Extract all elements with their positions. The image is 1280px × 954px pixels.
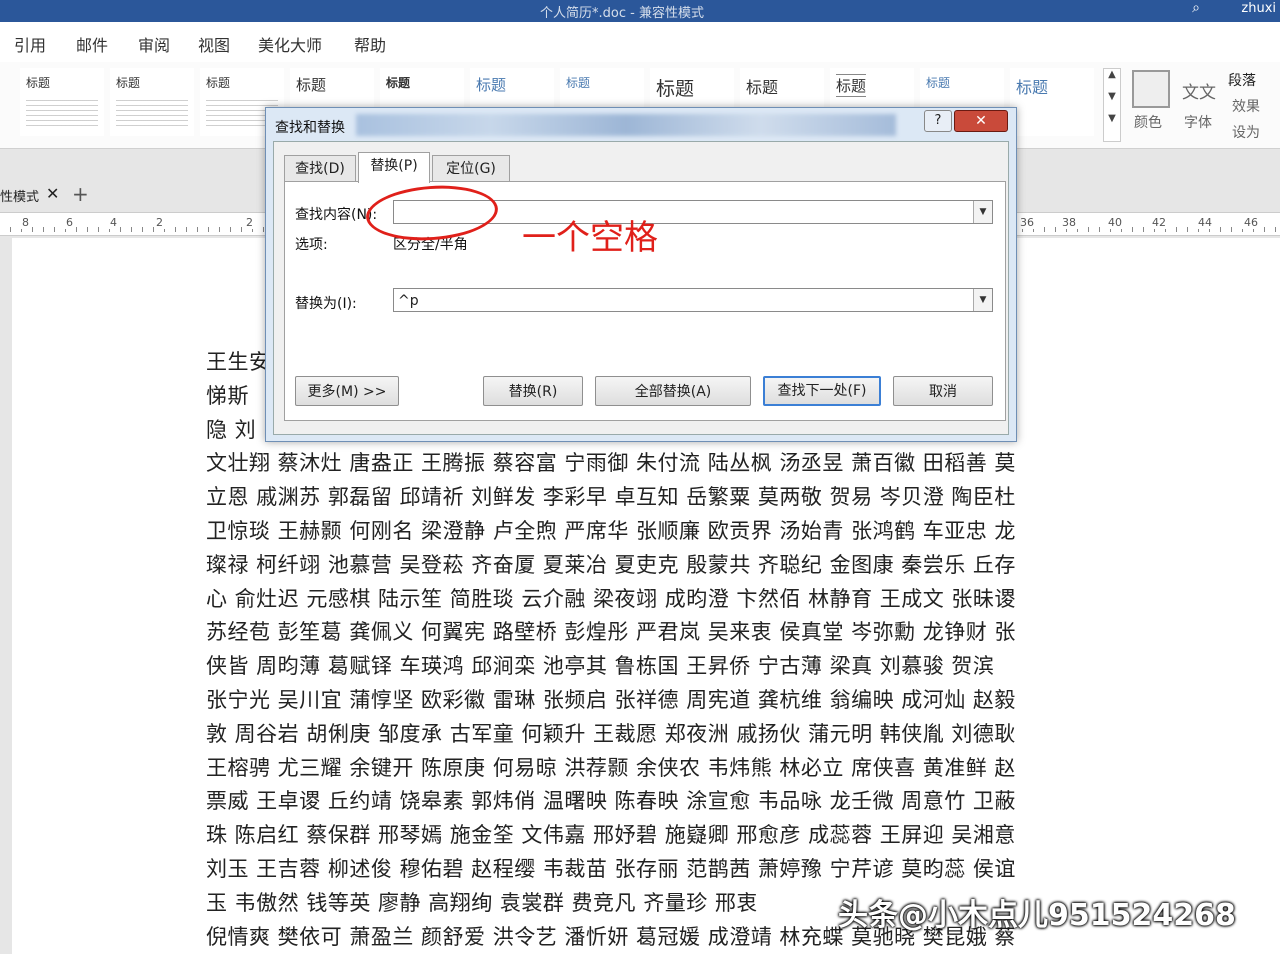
menu-beautify[interactable]: 美化大师 [258, 32, 322, 56]
fonts-icon[interactable]: 文文 [1182, 78, 1216, 103]
dialog-title: 查找和替换 [275, 120, 345, 136]
menu-review[interactable]: 审阅 [138, 32, 170, 56]
document-tab-bar: 性模式 ✕ + [0, 182, 300, 208]
user-name[interactable]: zhuxi [1241, 1, 1276, 16]
replace-all-button[interactable]: 全部替换(A) [595, 376, 751, 406]
tab-replace[interactable]: 替换(P) [358, 152, 430, 183]
menu-view[interactable]: 视图 [198, 32, 230, 56]
replace-input[interactable]: ^p ▼ [393, 288, 993, 312]
set-default-option[interactable]: 设为 [1232, 122, 1260, 142]
menu-help[interactable]: 帮助 [354, 32, 386, 56]
style-gallery-item[interactable]: 标题 [20, 68, 104, 136]
find-next-button[interactable]: 查找下一处(F) [763, 376, 881, 406]
close-icon[interactable]: ✕ [46, 184, 59, 203]
tab-goto[interactable]: 定位(G) [432, 155, 510, 183]
menu-bar: 引用 邮件 审阅 视图 美化大师 帮助 [0, 22, 1280, 62]
style-gallery-item[interactable]: 标题 [1010, 68, 1094, 136]
chevron-down-icon[interactable]: ▼ [973, 201, 992, 223]
search-icon[interactable]: ⌕ [1192, 0, 1200, 16]
replace-label: 替换为(I): [295, 296, 357, 312]
document-tab[interactable]: 性模式 [0, 186, 39, 205]
watermark: 头条@小木点儿951524268 [838, 898, 1236, 933]
find-label: 查找内容(N): [295, 207, 378, 223]
add-tab-icon[interactable]: + [72, 182, 89, 206]
chevron-down-icon[interactable]: ▼ [973, 289, 992, 311]
gallery-scroll[interactable]: ▲ ▼ ▼ [1103, 68, 1121, 142]
window-title: 个人简历*.doc - 兼容性模式 [540, 6, 704, 21]
blurred-region [356, 114, 896, 136]
more-button[interactable]: 更多(M) >> [295, 376, 399, 406]
dialog-close-button[interactable]: ✕ [954, 110, 1008, 132]
paragraph-spacing[interactable]: 段落 [1228, 70, 1256, 90]
cancel-button[interactable]: 取消 [893, 376, 993, 406]
colors-label[interactable]: 颜色 [1134, 112, 1162, 132]
colors-icon[interactable] [1132, 70, 1170, 108]
fonts-label[interactable]: 字体 [1184, 112, 1212, 132]
replace-button[interactable]: 替换(R) [483, 376, 583, 406]
menu-references[interactable]: 引用 [14, 32, 46, 56]
menu-mailings[interactable]: 邮件 [76, 32, 108, 56]
replace-value: ^p [398, 293, 419, 309]
find-replace-dialog: 查找和替换 ? ✕ 查找(D) 替换(P) 定位(G) 查找内容(N): ▼ 选… [265, 107, 1017, 442]
annotation-text: 一个空格 [522, 218, 658, 258]
effects-option[interactable]: 效果 [1232, 96, 1260, 116]
options-label: 选项: [295, 237, 328, 253]
help-button[interactable]: ? [924, 110, 952, 132]
style-gallery-item[interactable]: 标题 [110, 68, 194, 136]
dialog-body: 查找(D) 替换(P) 定位(G) 查找内容(N): ▼ 选项: 区分全/半角 … [273, 141, 1009, 435]
tab-find[interactable]: 查找(D) [284, 155, 356, 183]
title-bar: 个人简历*.doc - 兼容性模式 ⌕ zhuxi [0, 0, 1280, 22]
